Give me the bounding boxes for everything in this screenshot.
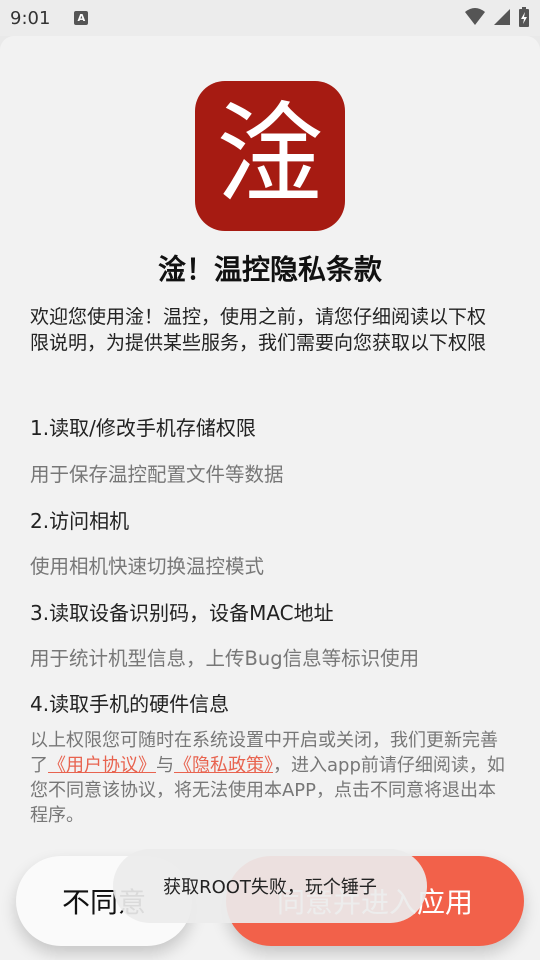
permission-4-title: 4.读取手机的硬件信息: [30, 692, 230, 716]
permission-3-desc: 用于统计机型信息，上传Bug信息等标识使用: [30, 647, 420, 670]
notification-a-icon: A: [74, 11, 89, 25]
footer-part2: 与: [156, 755, 174, 776]
toast-message: 获取ROOT失败，玩个锤子: [113, 849, 427, 923]
signal-icon: [494, 9, 510, 25]
privacy-dialog: 淦 淦！温控隐私条款 欢迎您使用淦！温控，使用之前，请您仔细阅读以下权限说明，为…: [0, 36, 540, 960]
status-time: 9:01: [10, 7, 51, 29]
footer-text: 以上权限您可随时在系统设置中开启或关闭，我们更新完善了《用户协议》与《隐私政策》…: [30, 728, 510, 828]
battery-charging-icon: [519, 7, 529, 27]
intro-text: 欢迎您使用淦！温控，使用之前，请您仔细阅读以下权限说明，为提供某些服务，我们需要…: [30, 306, 487, 354]
status-bar: 9:01 A: [0, 0, 540, 36]
permission-1-desc: 用于保存温控配置文件等数据: [30, 463, 284, 486]
app-logo-char: 淦: [215, 93, 324, 218]
dialog-title: 淦！温控隐私条款: [157, 253, 382, 286]
status-icons: [464, 6, 530, 28]
wifi-icon: [465, 8, 485, 25]
privacy-policy-link[interactable]: 《隐私政策》: [174, 755, 273, 776]
permission-2-title: 2.访问相机: [30, 509, 130, 533]
permission-3-title: 3.读取设备识别码，设备MAC地址: [30, 601, 334, 625]
app-logo: 淦: [195, 81, 345, 231]
permission-2-desc: 使用相机快速切换温控模式: [30, 555, 265, 578]
user-agreement-link[interactable]: 《用户协议》: [48, 755, 156, 776]
permission-1-title: 1.读取/修改手机存储权限: [30, 416, 256, 440]
